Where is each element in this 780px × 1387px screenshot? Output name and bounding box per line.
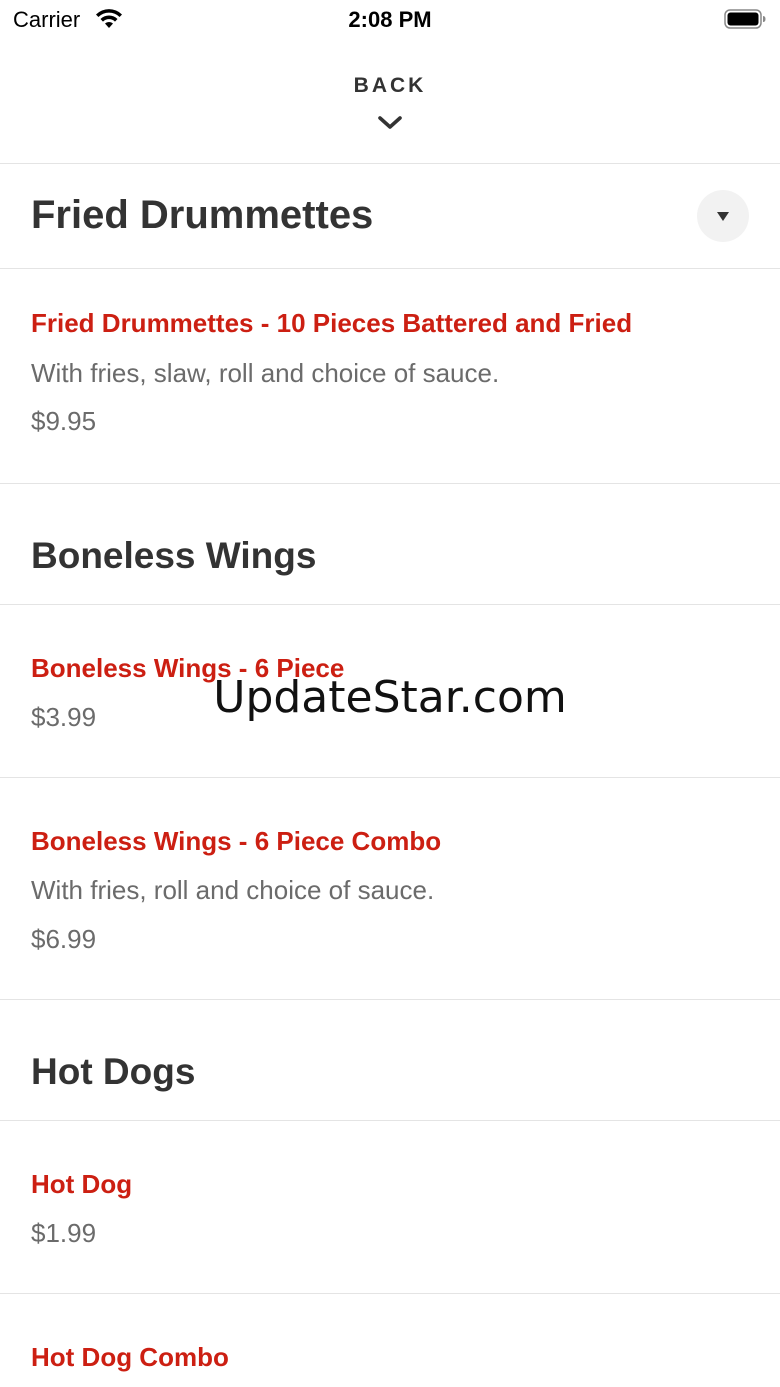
watermark: UpdateStar.com — [213, 672, 567, 723]
menu-item[interactable]: Boneless Wings - 6 Piece Combo With frie… — [0, 778, 780, 999]
item-description: With fries, roll and choice of sauce. — [31, 875, 435, 905]
back-label: BACK — [353, 74, 427, 97]
divider — [0, 999, 780, 1000]
item-price: $9.95 — [31, 406, 97, 436]
triangle-down-icon — [717, 212, 729, 221]
item-name: Hot Dog Combo — [31, 1342, 229, 1372]
divider — [0, 163, 780, 164]
section-dropdown-button[interactable] — [697, 190, 749, 242]
menu-item[interactable]: Fried Drummettes - 10 Pieces Battered an… — [0, 269, 780, 483]
menu-item[interactable]: Hot Dog Combo — [0, 1294, 780, 1387]
item-price: $6.99 — [31, 924, 97, 954]
clock-time: 2:08 PM — [348, 7, 432, 32]
item-name: Boneless Wings - 6 Piece Combo — [31, 826, 442, 856]
divider — [0, 483, 780, 484]
chevron-down-icon — [378, 116, 402, 129]
menu-item[interactable]: Hot Dog $1.99 — [0, 1121, 780, 1293]
item-price: $1.99 — [31, 1218, 97, 1248]
section-title-fried-drummettes: Fried Drummettes — [31, 193, 374, 237]
item-name: Hot Dog — [31, 1169, 133, 1199]
section-title-hot-dogs: Hot Dogs — [31, 1051, 196, 1092]
battery-icon — [724, 9, 766, 29]
status-bar: Carrier 2:08 PM — [0, 0, 780, 40]
back-button[interactable]: BACK — [0, 60, 780, 160]
item-description: With fries, slaw, roll and choice of sau… — [31, 358, 500, 388]
item-name: Fried Drummettes - 10 Pieces Battered an… — [31, 308, 633, 338]
section-title-boneless-wings: Boneless Wings — [31, 535, 317, 576]
